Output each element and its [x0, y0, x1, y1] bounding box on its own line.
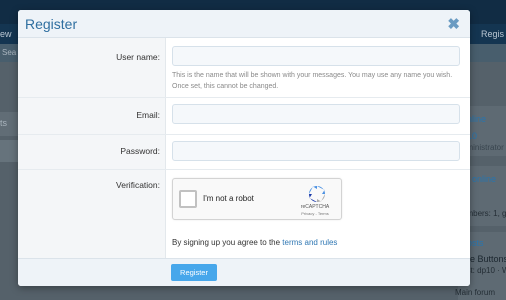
recaptcha-brand: reCAPTCHA — [300, 204, 330, 210]
username-hint-line1: This is the name that will be shown with… — [172, 72, 453, 79]
recaptcha-terms[interactable]: Privacy - Terms — [297, 211, 333, 216]
email-label: Email: — [136, 110, 160, 120]
dialog-footer: Register — [18, 258, 470, 286]
register-button[interactable]: Register — [171, 264, 217, 281]
agreement-text: By signing up you agree to the terms and… — [172, 238, 337, 247]
recaptcha-logo-icon — [309, 186, 325, 202]
separator — [18, 134, 470, 135]
separator — [18, 97, 470, 98]
email-field[interactable] — [172, 104, 460, 124]
agreement-prefix: By signing up you agree to the — [172, 238, 283, 247]
register-form: User name: This is the name that will be… — [18, 38, 470, 286]
dialog-header: Register ✖ — [18, 10, 470, 38]
username-label: User name: — [116, 52, 160, 62]
recaptcha-label: I'm not a robot — [203, 194, 254, 203]
separator — [18, 169, 470, 170]
password-field[interactable] — [172, 141, 460, 161]
password-label: Password: — [120, 146, 160, 156]
close-icon[interactable]: ✖ — [447, 15, 460, 33]
dialog-title: Register — [25, 16, 78, 32]
username-hint-line2: Once set, this cannot be changed. — [172, 83, 279, 90]
username-input[interactable] — [172, 46, 460, 66]
terms-link[interactable]: terms and rules — [282, 238, 337, 247]
username-hint: This is the name that will be shown with… — [172, 70, 462, 92]
recaptcha-checkbox[interactable] — [179, 190, 197, 208]
recaptcha-widget: I'm not a robot reCAPTCHA Privacy - Term… — [172, 178, 342, 220]
verification-label: Verification: — [116, 180, 160, 190]
register-dialog: Register ✖ User name: This is the name t… — [18, 10, 470, 286]
